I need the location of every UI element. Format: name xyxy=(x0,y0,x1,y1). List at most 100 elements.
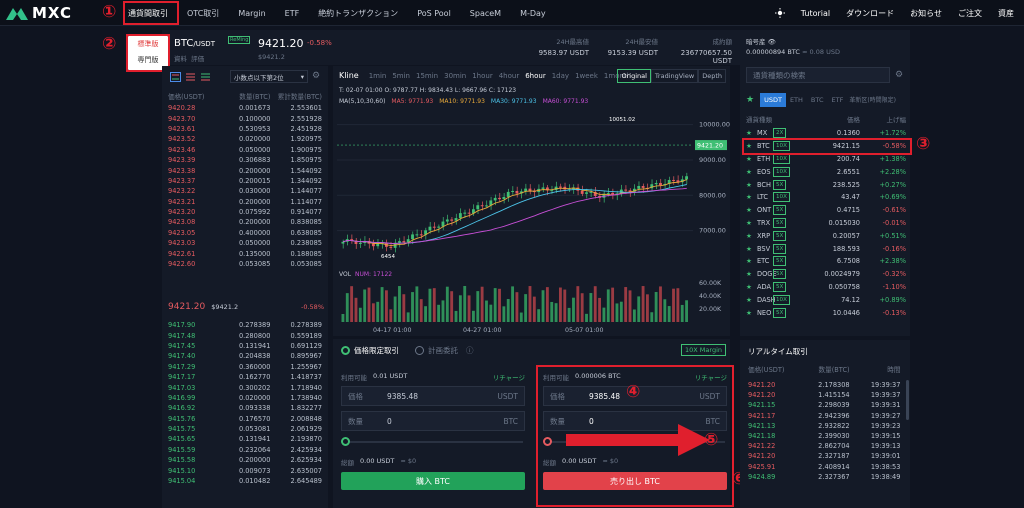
trades-scrollbar[interactable] xyxy=(906,380,909,420)
buy-slider[interactable] xyxy=(341,437,525,447)
favorite-star-icon[interactable]: ★ xyxy=(746,155,757,163)
market-settings-icon[interactable]: ⚙ xyxy=(895,70,903,80)
ask-row[interactable]: 9422.60 0.053085 0.053085 xyxy=(162,259,328,269)
market-search-input[interactable]: 通貨種類の検索 xyxy=(746,67,890,83)
favorite-star-icon[interactable]: ★ xyxy=(746,232,757,240)
tab-plan-order[interactable]: 計画委託 xyxy=(428,345,458,356)
nav-assets[interactable]: 資産 xyxy=(998,8,1014,19)
favorite-star-icon[interactable]: ★ xyxy=(746,129,757,137)
favorite-star-icon[interactable]: ★ xyxy=(746,296,757,304)
tab-depth[interactable]: Depth xyxy=(698,69,726,83)
market-row-ont[interactable]: ★ ONT 5X 0.4715 -0.61% xyxy=(740,204,910,217)
kline-chart[interactable]: 10000.00 9000.00 8000.00 7000.00 9421.20 1005… xyxy=(333,106,730,336)
buy-qty-input[interactable]: 数量 0 BTC xyxy=(341,411,525,431)
ask-row[interactable]: 9423.39 0.306883 1.850975 xyxy=(162,155,328,165)
ask-row[interactable]: 9423.20 0.075992 0.914077 xyxy=(162,207,328,217)
ask-row[interactable]: 9420.28 0.001673 2.553601 xyxy=(162,103,328,113)
nav-tutorial[interactable]: Tutorial xyxy=(801,9,830,18)
nav-pos-pool[interactable]: PoS Pool xyxy=(417,9,451,18)
ask-row[interactable]: 9423.08 0.200000 0.838085 xyxy=(162,217,328,227)
favorite-star-icon[interactable]: ★ xyxy=(746,219,757,227)
ask-row[interactable]: 9423.05 0.400000 0.638085 xyxy=(162,228,328,238)
help-icon[interactable]: ⓘ xyxy=(466,345,474,356)
favorite-star-icon[interactable]: ★ xyxy=(746,309,757,317)
ask-row[interactable]: 9423.03 0.050000 0.238085 xyxy=(162,238,328,248)
interval-1day[interactable]: 1day xyxy=(552,72,569,80)
buy-slider-handle[interactable] xyxy=(341,437,350,446)
interval-6hour[interactable]: 6hour xyxy=(525,72,546,80)
market-row-trx[interactable]: ★ TRX 5X 0.015030 -0.01% xyxy=(740,217,910,230)
bid-row[interactable]: 9415.10 0.009073 2.635007 xyxy=(162,465,328,475)
market-row-bch[interactable]: ★ BCH 5X 238.525 +0.27% xyxy=(740,178,910,191)
bid-row[interactable]: 9417.03 0.300202 1.718940 xyxy=(162,382,328,392)
nav-margin[interactable]: Margin xyxy=(238,9,265,18)
buy-recharge-link[interactable]: リチャージ xyxy=(493,372,525,382)
ask-row[interactable]: 9423.22 0.030000 1.144077 xyxy=(162,186,328,196)
ask-row[interactable]: 9423.38 0.200000 1.544092 xyxy=(162,165,328,175)
favorite-star-icon[interactable]: ★ xyxy=(746,168,757,176)
nav-otc[interactable]: OTC取引 xyxy=(187,8,219,19)
market-row-ada[interactable]: ★ ADA 5X 0.050758 -1.10% xyxy=(740,281,910,294)
bid-row[interactable]: 9416.92 0.093338 1.832277 xyxy=(162,403,328,413)
margin-button[interactable]: 10X Margin xyxy=(681,344,726,356)
ticker-info-links[interactable]: 資料 評価 xyxy=(174,53,204,63)
favorite-star-icon[interactable]: ★ xyxy=(746,193,757,201)
favorite-star-icon[interactable]: ★ xyxy=(746,270,757,278)
view-asks-icon[interactable] xyxy=(185,72,196,82)
ask-row[interactable]: 9422.61 0.135000 0.188085 xyxy=(162,248,328,258)
ask-row[interactable]: 9423.37 0.200015 1.344092 xyxy=(162,176,328,186)
interval-4hour[interactable]: 4hour xyxy=(499,72,520,80)
tab-tradingview[interactable]: TradingView xyxy=(650,69,699,83)
market-row-neo[interactable]: ★ NEO 5X 10.0446 -0.13% xyxy=(740,306,910,319)
interval-15min[interactable]: 15min xyxy=(416,72,438,80)
interval-1hour[interactable]: 1hour xyxy=(472,72,493,80)
bid-row[interactable]: 9417.40 0.204838 0.895967 xyxy=(162,351,328,361)
tab-innovation[interactable]: 革新区(時間限定) xyxy=(847,92,898,107)
bid-row[interactable]: 9416.99 0.020000 1.738940 xyxy=(162,393,328,403)
nav-orders[interactable]: ご注文 xyxy=(958,8,982,19)
logo[interactable]: MXC xyxy=(6,3,72,23)
tab-original[interactable]: Original xyxy=(617,69,651,83)
radio-plan-icon[interactable] xyxy=(415,346,424,355)
ask-row[interactable]: 9423.46 0.050000 1.900975 xyxy=(162,145,328,155)
interval-5min[interactable]: 5min xyxy=(392,72,410,80)
market-row-etc[interactable]: ★ ETC 5X 6.7508 +2.38% xyxy=(740,255,910,268)
market-row-xrp[interactable]: ★ XRP 5X 0.20057 +0.51% xyxy=(740,229,910,242)
interval-1min[interactable]: 1min xyxy=(369,72,387,80)
precision-select[interactable]: 小数点以下第2位 ▾ xyxy=(230,70,308,83)
bid-row[interactable]: 9417.45 0.131941 0.691129 xyxy=(162,341,328,351)
favorite-star-icon[interactable]: ★ xyxy=(746,206,757,214)
bid-row[interactable]: 9415.65 0.131941 2.193870 xyxy=(162,434,328,444)
bid-row[interactable]: 9417.29 0.360000 1.255967 xyxy=(162,362,328,372)
buy-button[interactable]: 購入 BTC xyxy=(341,472,525,490)
bid-row[interactable]: 9415.59 0.232064 2.425934 xyxy=(162,445,328,455)
bid-row[interactable]: 9417.17 0.162770 1.418737 xyxy=(162,372,328,382)
bid-row[interactable]: 9415.58 0.200000 2.625934 xyxy=(162,455,328,465)
buy-price-input[interactable]: 価格 9385.48 USDT xyxy=(341,386,525,406)
favorite-star-icon[interactable]: ★ xyxy=(746,257,757,265)
favorite-star-icon[interactable]: ★ xyxy=(746,283,757,291)
nav-contract[interactable]: 絶約トランザクション xyxy=(318,8,398,19)
favorite-star-icon[interactable]: ★ xyxy=(746,181,757,189)
market-row-doge[interactable]: ★ DOGE 5X 0.0024979 -0.32% xyxy=(740,268,910,281)
view-bids-icon[interactable] xyxy=(200,72,211,82)
radio-limit-icon[interactable] xyxy=(341,346,350,355)
sun-icon[interactable] xyxy=(774,8,785,18)
tab-etf[interactable]: ETF xyxy=(828,93,848,107)
tab-limit-order[interactable]: 価格限定取引 xyxy=(354,345,399,356)
dropdown-item-standard[interactable]: 標準版 xyxy=(128,36,168,52)
ask-row[interactable]: 9423.52 0.020000 1.920975 xyxy=(162,134,328,144)
market-row-eos[interactable]: ★ EOS 10X 2.6551 +2.28% xyxy=(740,165,910,178)
bid-row[interactable]: 9415.75 0.053081 2.061929 xyxy=(162,424,328,434)
interval-30min[interactable]: 30min xyxy=(444,72,466,80)
market-row-bsv[interactable]: ★ BSV 5X 188.593 -0.16% xyxy=(740,242,910,255)
bid-row[interactable]: 9415.04 0.010482 2.645489 xyxy=(162,476,328,486)
tab-usdt[interactable]: USDT xyxy=(760,92,786,107)
view-both-icon[interactable] xyxy=(170,72,181,82)
nav-mday[interactable]: M-Day xyxy=(520,9,546,18)
nav-news[interactable]: お知らせ xyxy=(910,8,942,19)
ask-row[interactable]: 9423.21 0.200000 1.114077 xyxy=(162,197,328,207)
tab-eth[interactable]: ETH xyxy=(786,93,807,107)
bid-row[interactable]: 9415.76 0.176570 2.008848 xyxy=(162,414,328,424)
favorite-star-icon[interactable]: ★ xyxy=(746,245,757,253)
